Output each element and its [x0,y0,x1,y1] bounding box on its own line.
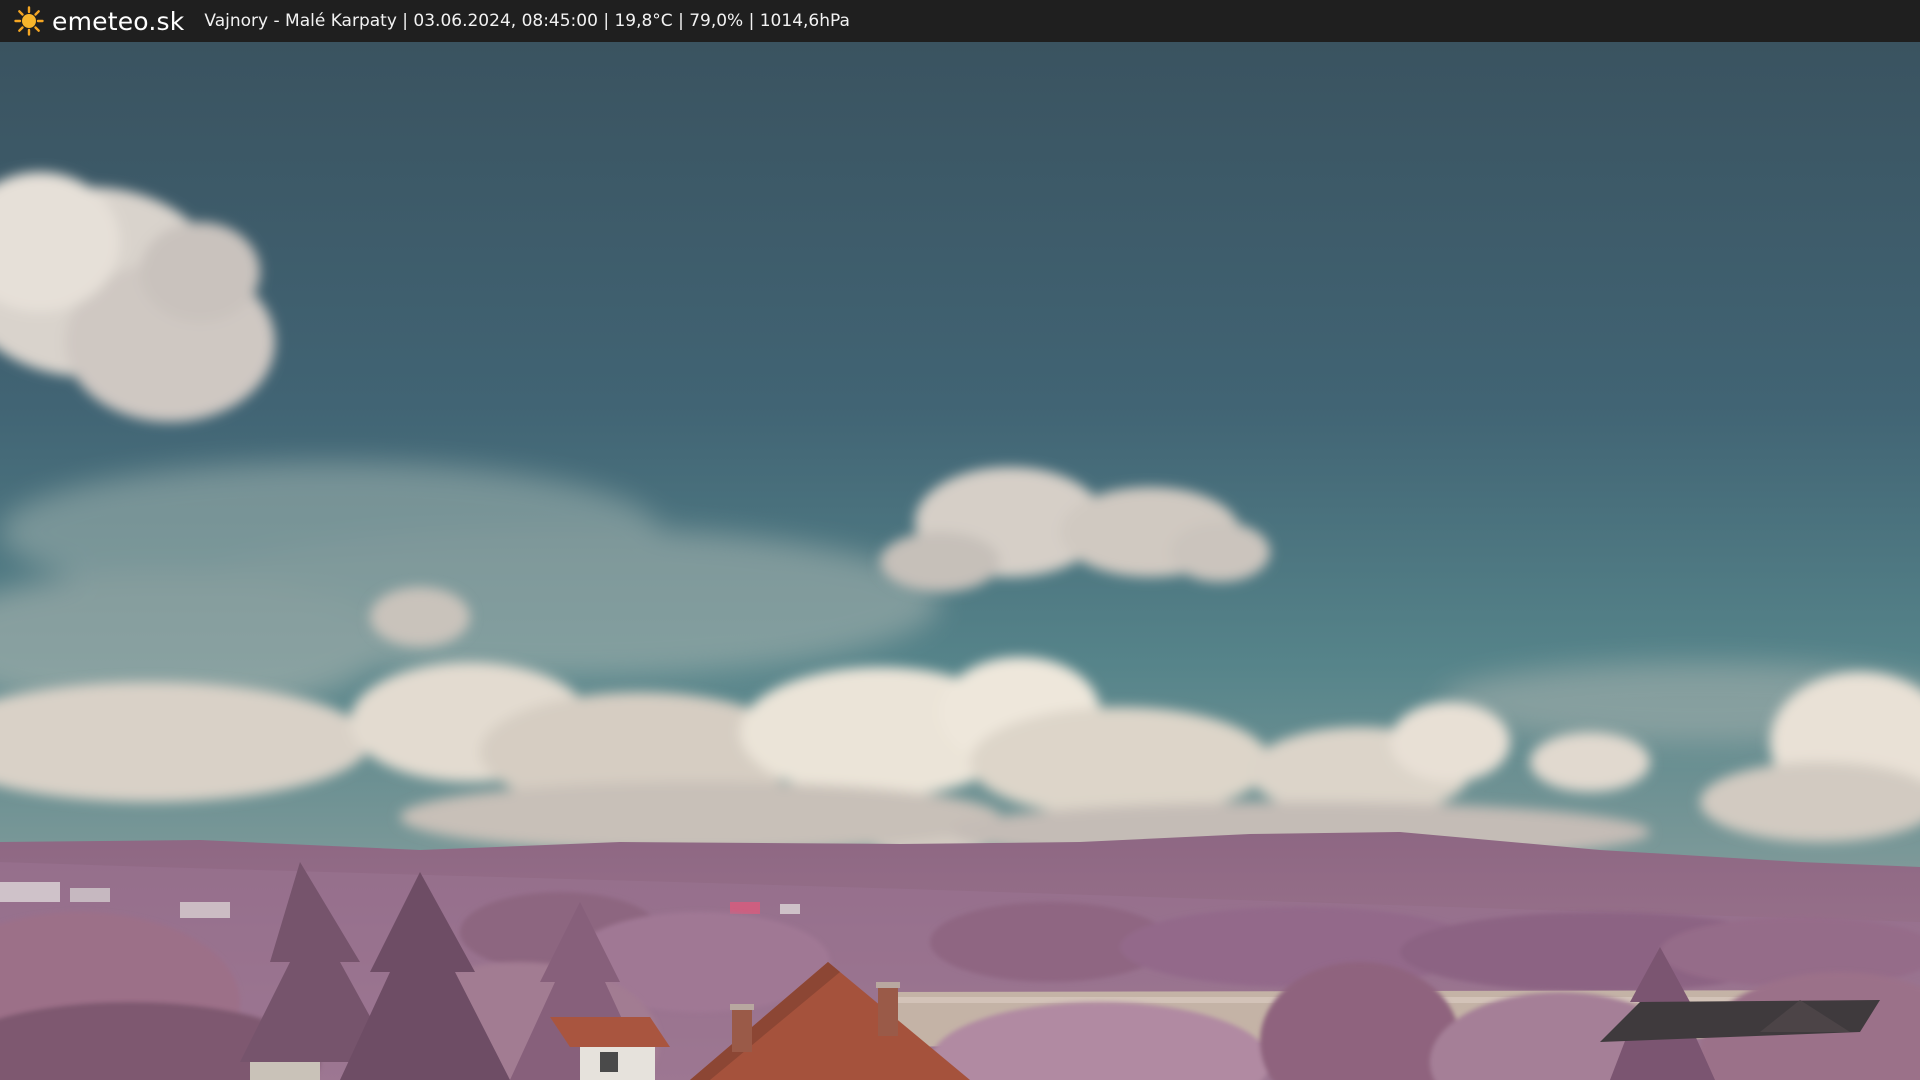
logo-text: emeteo.sk [52,6,185,36]
small-wall [250,1062,320,1080]
sun-icon [14,6,44,36]
title-bar: emeteo.sk Vajnory - Malé Karpaty | 03.06… [0,0,1920,42]
logo[interactable]: emeteo.sk [14,6,184,36]
webcam-image [0,42,1920,1080]
webcam-caption: Vajnory - Malé Karpaty | 03.06.2024, 08:… [204,11,850,31]
